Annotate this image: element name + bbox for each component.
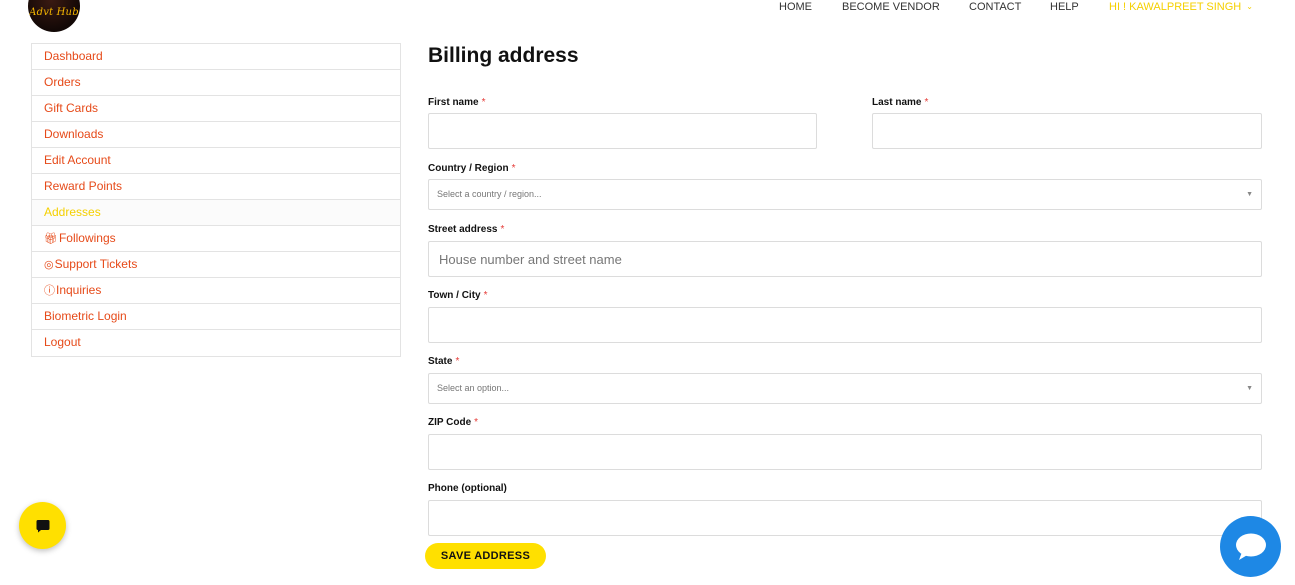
user-menu-label: HI ! KAWALPREET SINGH	[1109, 1, 1242, 13]
chat-bubble-icon	[36, 519, 49, 532]
sidebar-item-label: Addresses	[44, 205, 101, 219]
chat-widget-button[interactable]	[19, 502, 66, 549]
sidebar-item-label: Orders	[44, 75, 81, 89]
question-circle-icon: ⓘ	[44, 285, 55, 297]
label-text: State	[428, 356, 453, 367]
gift-icon: 🎁︎	[44, 233, 58, 245]
sidebar-item-label: Reward Points	[44, 179, 123, 193]
required-mark: *	[474, 417, 479, 428]
sidebar-item-reward-points[interactable]: Reward Points	[32, 174, 400, 200]
chevron-down-icon: ⌄	[1246, 2, 1253, 11]
country-select[interactable]: Select a country / region... ▼	[428, 179, 1262, 210]
label-text: Last name	[872, 97, 922, 108]
phone-label: Phone (optional)	[428, 483, 507, 494]
required-mark: *	[483, 290, 488, 301]
town-label: Town / City *	[428, 290, 488, 301]
country-label: Country / Region *	[428, 163, 515, 174]
label-text: Town / City	[428, 290, 481, 301]
lifebuoy-icon: ◎	[44, 259, 54, 271]
sidebar-item-biometric-login[interactable]: Biometric Login	[32, 304, 400, 330]
street-label: Street address *	[428, 224, 504, 235]
sidebar-item-edit-account[interactable]: Edit Account	[32, 148, 400, 174]
required-mark: *	[511, 163, 516, 174]
label-text: First name	[428, 97, 479, 108]
sidebar-item-label: Biometric Login	[44, 309, 127, 323]
required-mark: *	[500, 224, 505, 235]
label-text: Country / Region	[428, 163, 509, 174]
top-navigation: HOME BECOME VENDOR CONTACT HELP HI ! KAW…	[0, 0, 1295, 14]
zip-label: ZIP Code *	[428, 417, 478, 428]
sidebar-item-logout[interactable]: Logout	[32, 330, 400, 356]
street-address-field[interactable]	[428, 241, 1262, 277]
sidebar-item-label: Support Tickets	[54, 257, 138, 271]
sidebar-item-support-tickets[interactable]: ◎Support Tickets	[32, 252, 400, 278]
last-name-label: Last name *	[872, 97, 928, 108]
sidebar-item-label: Downloads	[44, 127, 104, 141]
sidebar-item-label: Logout	[44, 335, 81, 349]
sidebar-item-addresses[interactable]: Addresses	[32, 200, 400, 226]
last-name-field[interactable]	[872, 113, 1262, 149]
required-mark: *	[924, 97, 929, 108]
sidebar-item-gift-cards[interactable]: Gift Cards	[32, 96, 400, 122]
sidebar-item-orders[interactable]: Orders	[32, 70, 400, 96]
messenger-chat-button[interactable]	[1220, 516, 1281, 577]
zip-code-field[interactable]	[428, 434, 1262, 470]
sidebar-item-label: Edit Account	[44, 153, 111, 167]
state-select-placeholder: Select an option...	[437, 383, 510, 393]
first-name-field[interactable]	[428, 113, 817, 149]
sidebar-item-downloads[interactable]: Downloads	[32, 122, 400, 148]
sidebar-item-label: Dashboard	[44, 49, 103, 63]
town-city-field[interactable]	[428, 307, 1262, 343]
sidebar-item-inquiries[interactable]: ⓘInquiries	[32, 278, 400, 304]
page-title: Billing address	[428, 44, 579, 67]
sidebar-item-label: Inquiries	[56, 283, 102, 297]
state-select[interactable]: Select an option... ▼	[428, 373, 1262, 404]
save-address-button[interactable]: SAVE ADDRESS	[425, 543, 546, 569]
sidebar-item-label: Gift Cards	[44, 101, 99, 115]
nav-contact[interactable]: CONTACT	[969, 1, 1021, 13]
sidebar-item-dashboard[interactable]: Dashboard	[32, 44, 400, 70]
caret-down-icon: ▼	[1246, 385, 1253, 392]
user-menu[interactable]: HI ! KAWALPREET SINGH ⌄	[1109, 1, 1253, 13]
label-text: ZIP Code	[428, 417, 472, 428]
required-mark: *	[481, 97, 486, 108]
caret-down-icon: ▼	[1246, 191, 1253, 198]
phone-field[interactable]	[428, 500, 1262, 536]
account-sidebar: Dashboard Orders Gift Cards Downloads Ed…	[31, 43, 401, 357]
required-mark: *	[455, 356, 460, 367]
state-label: State *	[428, 356, 459, 367]
label-text: Street address	[428, 224, 498, 235]
sidebar-item-label: Followings	[58, 231, 116, 245]
first-name-label: First name *	[428, 97, 485, 108]
nav-help[interactable]: HELP	[1050, 1, 1079, 13]
speech-bubble-icon	[1235, 533, 1266, 560]
sidebar-item-followings[interactable]: 🎁︎Followings	[32, 226, 400, 252]
country-select-placeholder: Select a country / region...	[437, 189, 542, 199]
nav-home[interactable]: HOME	[779, 1, 812, 13]
nav-become-vendor[interactable]: BECOME VENDOR	[842, 1, 940, 13]
